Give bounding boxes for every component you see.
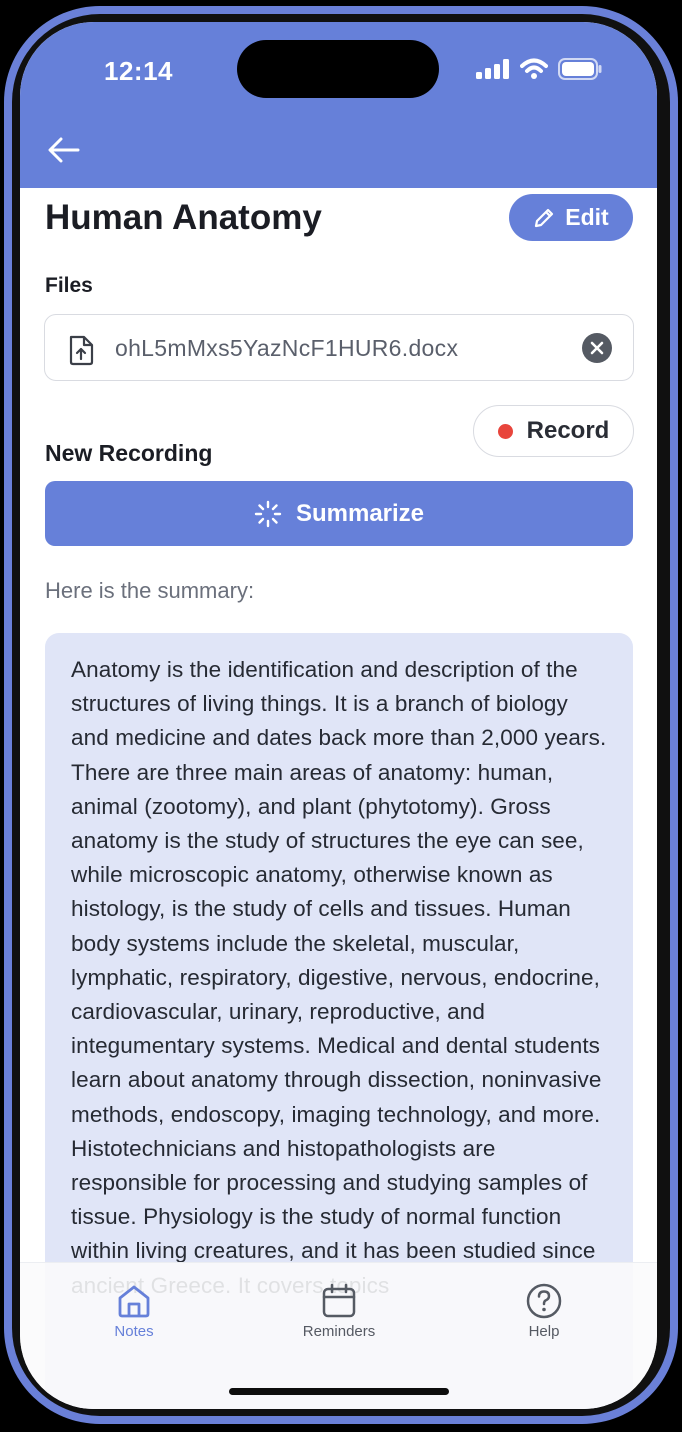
app-screen: 12:14 Human Anatomy Edit Files ohL5mMxs5… bbox=[20, 22, 657, 1409]
home-indicator bbox=[229, 1388, 449, 1395]
files-label: Files bbox=[45, 274, 93, 297]
wifi-icon bbox=[520, 58, 548, 79]
help-circle-icon bbox=[526, 1283, 562, 1319]
edit-button-label: Edit bbox=[565, 204, 609, 230]
signal-icon bbox=[476, 59, 509, 79]
close-icon bbox=[590, 341, 604, 355]
tab-reminders-label: Reminders bbox=[302, 1323, 376, 1340]
loader-icon bbox=[254, 500, 282, 527]
edit-button[interactable]: Edit bbox=[509, 194, 633, 241]
tab-notes[interactable]: Notes bbox=[69, 1283, 199, 1340]
tab-help-label: Help bbox=[528, 1323, 560, 1340]
home-icon bbox=[118, 1285, 150, 1318]
back-button[interactable] bbox=[44, 130, 84, 170]
summarize-button-label: Summarize bbox=[295, 499, 425, 527]
record-button[interactable]: Record bbox=[473, 405, 634, 457]
file-upload-icon bbox=[69, 335, 94, 366]
calendar-icon bbox=[322, 1283, 356, 1318]
record-dot-icon bbox=[497, 423, 513, 439]
pencil-icon bbox=[535, 208, 554, 227]
tab-bar: Notes Reminders Help bbox=[20, 1262, 657, 1409]
status-time: 12:14 bbox=[104, 56, 173, 86]
new-recording-label: New Recording bbox=[45, 440, 213, 466]
app-header: 12:14 bbox=[20, 22, 657, 188]
file-name: ohL5mMxs5YazNcF1HUR6.docx bbox=[115, 335, 459, 361]
summary-intro: Here is the summary: bbox=[45, 578, 255, 603]
note-title: Human Anatomy bbox=[45, 198, 322, 237]
battery-icon bbox=[558, 58, 602, 80]
summarize-button[interactable]: Summarize bbox=[45, 481, 633, 546]
tab-help[interactable]: Help bbox=[479, 1283, 609, 1340]
summary-text: Anatomy is the identification and descri… bbox=[71, 657, 607, 1298]
record-button-label: Record bbox=[526, 417, 610, 444]
dynamic-island bbox=[237, 40, 439, 98]
status-icons bbox=[476, 58, 602, 80]
tab-notes-label: Notes bbox=[114, 1323, 154, 1340]
file-item[interactable]: ohL5mMxs5YazNcF1HUR6.docx bbox=[44, 314, 634, 381]
remove-file-button[interactable] bbox=[582, 333, 612, 363]
arrow-left-icon bbox=[48, 137, 80, 163]
tab-reminders[interactable]: Reminders bbox=[274, 1283, 404, 1340]
